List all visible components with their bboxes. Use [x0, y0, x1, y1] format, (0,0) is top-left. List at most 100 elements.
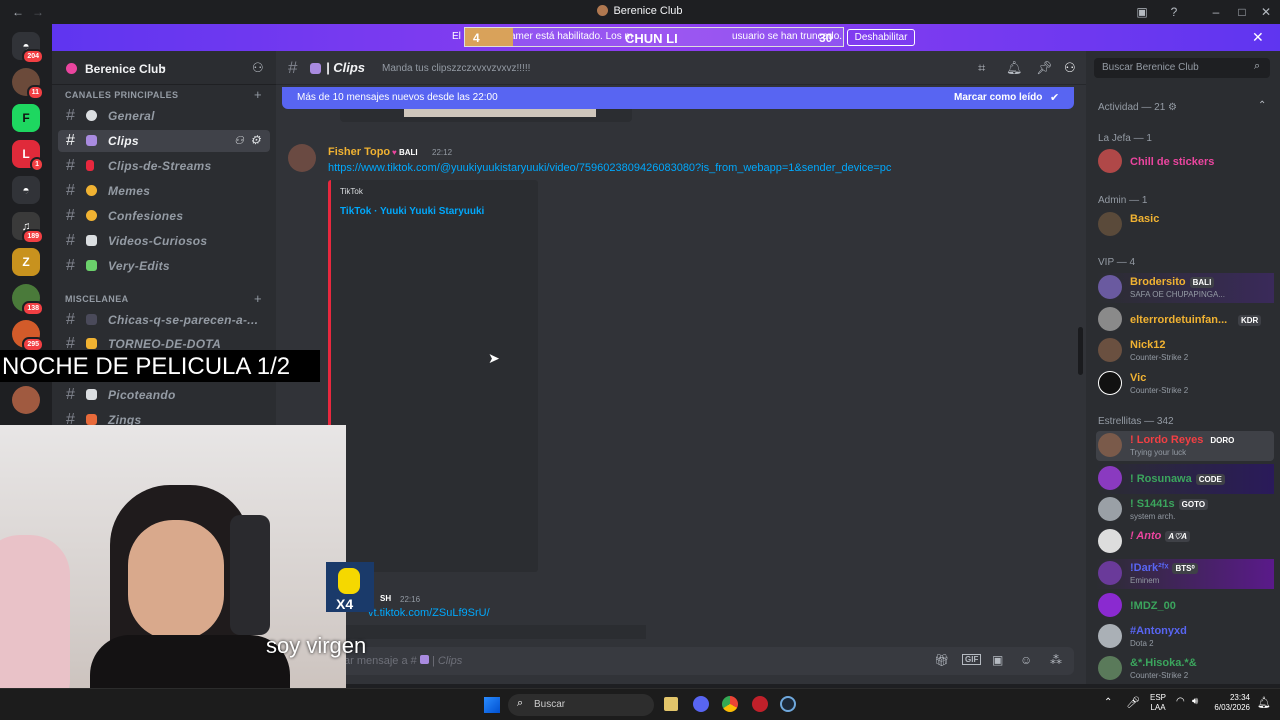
message-link[interactable]: vt.tiktok.com/ZSuLf9SrU/	[368, 607, 490, 619]
member-item[interactable]: Basic	[1096, 210, 1274, 240]
threads-icon[interactable]: ⌗	[978, 60, 985, 76]
date-text: 6/03/2026	[1214, 703, 1250, 712]
new-messages-bar[interactable]: Más de 10 mensajes nuevos desde las 22:0…	[282, 87, 1074, 109]
discord-server-icon[interactable]: ◓	[12, 176, 40, 204]
server-icon[interactable]: 11	[12, 68, 44, 100]
window-title: Berenice Club	[0, 5, 1280, 17]
avatar	[1098, 561, 1122, 585]
mic-icon[interactable]: 🎤︎	[1126, 696, 1140, 709]
volume-icon[interactable]: 🔊︎	[1192, 696, 1198, 707]
category-miscelanea[interactable]: MISCELANEA	[65, 294, 129, 304]
sticker-icon[interactable]: ▣	[992, 653, 1003, 667]
channel-picoteando[interactable]: # Picoteando	[58, 384, 270, 406]
banner-close-icon[interactable]: ✕	[1252, 29, 1264, 46]
search-bar[interactable]: Buscar Berenice Club ⌕	[1090, 51, 1276, 85]
server-header[interactable]: Berenice Club ⌄ ⚇	[52, 51, 276, 85]
gear-icon[interactable]: ⚙	[250, 133, 261, 147]
member-item[interactable]: ! S1441s GOTO system arch.	[1096, 495, 1274, 525]
apps-icon[interactable]: ⁂	[1050, 653, 1062, 667]
minimize-icon[interactable]: –	[1208, 4, 1224, 20]
help-icon[interactable]: ?	[1166, 4, 1182, 20]
server-name: Berenice Club	[85, 62, 166, 76]
chrome-icon[interactable]	[722, 696, 738, 712]
members-icon[interactable]: ⚇	[1064, 60, 1076, 76]
disable-button[interactable]: Deshabilitar	[847, 29, 915, 46]
server-icon[interactable]: F	[12, 104, 40, 132]
channel-topic: Manda tus clipszzczxvxvzvxvz!!!!!	[382, 63, 531, 74]
close-window-icon[interactable]: ✕	[1258, 4, 1274, 20]
channel-general[interactable]: # General	[58, 105, 270, 127]
message-link[interactable]: https://www.tiktok.com/@yuukiyuukistaryu…	[328, 162, 891, 174]
add-channel-icon[interactable]: +	[254, 291, 262, 306]
lang-text: ESP	[1150, 693, 1167, 702]
tray-chevron-icon[interactable]: ⌃	[1104, 697, 1112, 708]
gift-icon[interactable]: 🎁︎	[934, 653, 949, 667]
channel-memes[interactable]: # Memes	[58, 180, 270, 202]
add-channel-icon[interactable]: +	[254, 87, 262, 102]
avatar	[1098, 656, 1122, 680]
member-item[interactable]: !Dark²ᶠˣ BTS⁰ Eminem	[1096, 559, 1274, 589]
add-member-icon[interactable]: ⚇	[252, 60, 264, 76]
member-item[interactable]: ! Rosunawa CODE	[1096, 464, 1274, 494]
member-name: #Antonyxd	[1130, 625, 1187, 637]
bell-icon[interactable]: 🔔︎	[1006, 60, 1023, 76]
channel-title-text: Clips	[333, 60, 366, 75]
notice-banner: El amer está habilitado. Los m usuario s…	[52, 24, 1280, 51]
channel-clips-de-streams[interactable]: # Clips-de-Streams	[58, 155, 270, 177]
member-item[interactable]: ! Anto A♡A	[1096, 527, 1274, 557]
channel-chicas[interactable]: # Chicas-q-se-parecen-a-...	[58, 309, 270, 331]
server-icon[interactable]: L1	[12, 140, 44, 172]
channel-label: Picoteando	[108, 388, 176, 402]
category-principal[interactable]: CANALES PRINCIPALES	[65, 90, 178, 100]
member-item[interactable]: Nick12 Counter-Strike 2	[1096, 336, 1274, 366]
server-icon[interactable]: Z	[12, 248, 40, 276]
gif-icon[interactable]: GIF	[962, 654, 982, 665]
clock[interactable]: 23:34 6/03/2026	[1210, 693, 1250, 713]
collapse-icon[interactable]: ⌃	[1258, 100, 1266, 111]
face-image	[128, 520, 224, 640]
app-icon[interactable]	[752, 696, 768, 712]
mark-read-button[interactable]: Marcar como leído	[954, 92, 1042, 103]
pin-icon[interactable]: 📌︎	[1036, 60, 1053, 76]
member-item[interactable]: Brodersito BALI SAFA OE CHUPAPINGA...	[1096, 273, 1274, 303]
file-explorer-icon[interactable]	[664, 697, 678, 711]
embed-title[interactable]: TikTok · Yuuki Yuuki Staryuuki	[340, 206, 484, 217]
wifi-icon[interactable]: ◠	[1176, 696, 1185, 707]
channel-very-edits[interactable]: # Very-Edits	[58, 255, 270, 277]
search-input[interactable]: Buscar Berenice Club ⌕	[1094, 58, 1270, 78]
notification-icon[interactable]: 🔔︎	[1257, 696, 1271, 709]
emoji-icon[interactable]: ☺	[1020, 653, 1032, 667]
title-bar: ← → Berenice Club ▣ ? – □ ✕	[0, 0, 1280, 24]
channel-clips[interactable]: # Clips ⚇ ⚙	[58, 130, 270, 152]
channel-label: Videos-Curiosos	[108, 234, 208, 248]
member-item[interactable]: #Antonyxd Dota 2	[1096, 622, 1274, 652]
server-icon[interactable]: 295	[12, 320, 44, 352]
channel-confesiones[interactable]: # Confesiones	[58, 205, 270, 227]
message-composer[interactable]: ar mensaje a # | Clips 🎁︎ GIF ▣ ☺ ⁂	[292, 647, 1074, 675]
channel-videos-curiosos[interactable]: # Videos-Curiosos	[58, 230, 270, 252]
member-item[interactable]: !MDZ_00	[1096, 591, 1274, 621]
steam-icon[interactable]	[780, 696, 796, 712]
server-icon[interactable]	[12, 386, 40, 414]
inbox-icon[interactable]: ▣	[1134, 4, 1150, 20]
avatar	[1098, 149, 1122, 173]
server-icon[interactable]: 138	[12, 284, 44, 316]
scrollbar[interactable]	[1078, 327, 1083, 375]
member-item[interactable]: elterrordetuinfan... KDR	[1096, 305, 1274, 335]
windows-start-icon[interactable]	[484, 697, 500, 713]
member-item[interactable]: &*.Hisoka.*& Counter-Strike 2	[1096, 654, 1274, 684]
avatar	[1098, 212, 1122, 236]
tiktok-embed	[328, 625, 646, 639]
server-icon[interactable]: ♫ 189	[12, 212, 44, 244]
language-indicator[interactable]: ESP LAA	[1150, 693, 1166, 713]
member-item[interactable]: Chill de stickers	[1096, 147, 1274, 177]
discord-icon[interactable]	[693, 696, 709, 712]
home-discord-icon[interactable]: ◓ 204	[12, 32, 44, 64]
message-author[interactable]: Fisher Topo	[328, 146, 390, 158]
maximize-icon[interactable]: □	[1234, 4, 1250, 20]
avatar[interactable]	[288, 144, 316, 172]
member-item[interactable]: Vic Counter-Strike 2	[1096, 369, 1274, 399]
invite-icon[interactable]: ⚇	[234, 134, 244, 147]
taskbar-search[interactable]: ⌕ Buscar	[508, 694, 654, 716]
member-item[interactable]: ! Lordo Reyes DORO Trying your luck	[1096, 431, 1274, 461]
